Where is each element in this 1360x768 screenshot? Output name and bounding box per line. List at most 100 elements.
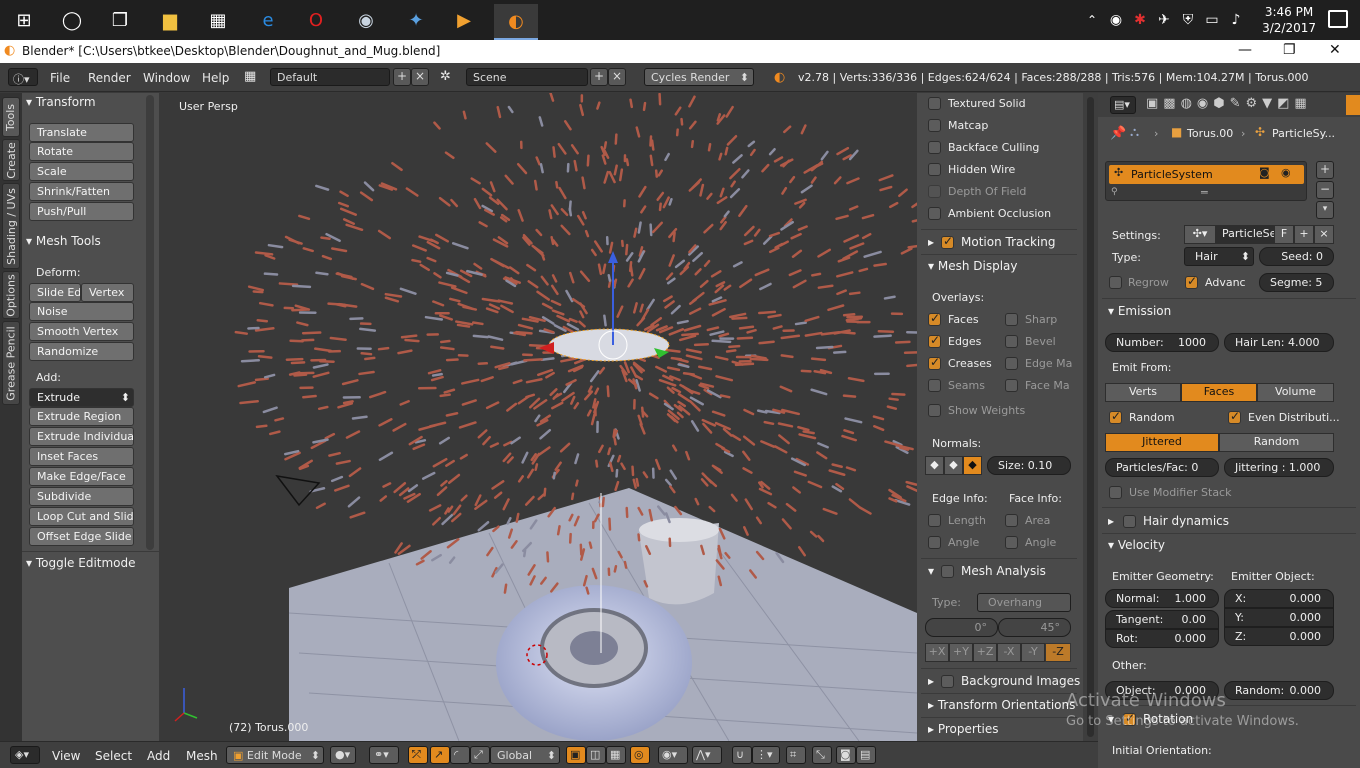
task-view-icon[interactable]: ❐ [104, 4, 136, 36]
search-icon[interactable]: ◯ [56, 4, 88, 36]
axis-minus-x[interactable]: -X [997, 643, 1021, 662]
edge-select-icon[interactable]: ◫ [586, 746, 606, 764]
rotation-velocity-field[interactable]: Rot: 0.000 [1105, 629, 1219, 648]
editor-type-info-icon[interactable]: ⓘ▾ [8, 68, 38, 86]
show-weights-checkbox[interactable] [928, 404, 941, 417]
file-explorer-icon[interactable]: ▆ [154, 4, 186, 36]
falloff-icon[interactable]: ⋀▾ [692, 746, 722, 764]
maximize-icon[interactable]: ❐ [1283, 42, 1296, 58]
render-toggle-icon[interactable]: ◙ [1259, 166, 1270, 179]
edge-angle-checkbox[interactable] [928, 536, 941, 549]
blender-taskbar-icon[interactable]: ◐ [494, 4, 538, 40]
offset-edge-slide-button[interactable]: Offset Edge Slide [29, 527, 134, 546]
scrollbar-thumb[interactable] [1087, 97, 1094, 737]
menu-window[interactable]: Window [143, 71, 190, 85]
scene-icon[interactable]: ✲ [440, 69, 451, 84]
push-pull-button[interactable]: Push/Pull [29, 202, 134, 221]
particles-per-face-field[interactable]: Particles/Fac: 0 [1105, 458, 1219, 477]
emit-from-faces[interactable]: Faces [1181, 383, 1257, 402]
notification-icon[interactable] [1328, 10, 1348, 28]
eye-icon[interactable]: ◉ [1281, 166, 1291, 179]
toggle-editmode-panel-header[interactable]: ▾ Toggle Editmode [26, 556, 136, 570]
app-icon[interactable]: ✦ [400, 4, 432, 36]
smooth-vertex-button[interactable]: Smooth Vertex [29, 322, 134, 341]
object-velocity-z-field[interactable]: Z: 0.000 [1224, 627, 1334, 646]
noise-button[interactable]: Noise [29, 302, 134, 321]
mesh-analysis-checkbox[interactable] [941, 565, 954, 578]
store-icon[interactable]: ▦ [202, 4, 234, 36]
face-select-icon[interactable]: ▦ [606, 746, 626, 764]
overlay-sharp-checkbox[interactable] [1005, 313, 1018, 326]
fake-user-button[interactable]: F [1274, 225, 1294, 244]
advanced-checkbox[interactable] [1185, 274, 1198, 289]
overlay-edges-checkbox[interactable] [928, 333, 941, 348]
extrude-select[interactable]: Extrude ⬍ [29, 388, 134, 407]
region-scrollbar[interactable] [1083, 93, 1098, 741]
tab-grease-pencil[interactable]: Grease Pencil [2, 321, 20, 405]
slide-edge-button[interactable]: Slide Ed [29, 283, 81, 302]
properties-header[interactable]: ▸ Properties [928, 722, 999, 736]
axis-minus-y[interactable]: -Y [1021, 643, 1045, 662]
translate-manipulator-icon[interactable]: ↗ [430, 746, 450, 764]
mode-select[interactable]: ▣ Edit Mode ⬍ [226, 746, 324, 764]
subdivide-button[interactable]: Subdivide [29, 487, 134, 506]
menu-select[interactable]: Select [95, 749, 132, 763]
distribution-random[interactable]: Random [1219, 433, 1334, 452]
analysis-type-select[interactable]: Overhang [977, 593, 1071, 612]
backface-culling-checkbox[interactable] [928, 141, 941, 154]
mesh-tools-panel-header[interactable]: ▾ Mesh Tools [26, 234, 101, 248]
hidden-wire-checkbox[interactable] [928, 163, 941, 176]
matcap-checkbox[interactable] [928, 119, 941, 132]
render-animation-icon[interactable]: ▤ [856, 746, 876, 764]
unlink-settings-icon[interactable]: × [1314, 225, 1334, 244]
regrow-checkbox[interactable] [1109, 276, 1122, 289]
remove-layout-icon[interactable]: × [411, 68, 429, 86]
loop-cut-slide-button[interactable]: Loop Cut and Slide [29, 507, 134, 526]
menu-view[interactable]: View [52, 749, 80, 763]
emit-from-volume[interactable]: Volume [1257, 383, 1334, 402]
remove-particle-system-icon[interactable]: − [1316, 181, 1334, 199]
axis-plus-y[interactable]: +Y [949, 643, 973, 662]
axis-minus-z[interactable]: -Z [1045, 643, 1071, 662]
tab-options[interactable]: Options [2, 271, 20, 319]
overlay-creases-checkbox[interactable] [928, 355, 941, 370]
edge-browser-icon[interactable]: e [252, 4, 284, 36]
jittering-amount-field[interactable]: Jittering : 1.000 [1224, 458, 1334, 477]
menu-add[interactable]: Add [147, 749, 170, 763]
seed-field[interactable]: Seed: 0 [1259, 247, 1334, 266]
number-field[interactable]: Number: 1000 [1105, 333, 1219, 352]
snap-element-icon[interactable]: ⋮▾ [752, 746, 780, 764]
mesh-analysis-header[interactable]: ▾ [928, 564, 934, 578]
hair-dynamics-header[interactable]: ▸ [1108, 514, 1114, 528]
toolshelf-scrollbar[interactable] [146, 95, 154, 550]
opera-icon[interactable]: O [300, 4, 332, 36]
background-images-header[interactable]: ▸ [928, 674, 934, 688]
scale-manipulator-icon[interactable]: ⤢ [470, 746, 490, 764]
limit-selection-icon[interactable]: ◎ [630, 746, 650, 764]
random-checkbox[interactable] [1109, 409, 1122, 424]
ambient-occlusion-checkbox[interactable] [928, 207, 941, 220]
emission-panel-header[interactable]: ▾ Emission [1108, 304, 1171, 318]
scene-field[interactable]: Scene [466, 68, 588, 86]
browse-settings-icon[interactable]: ✣▾ [1184, 225, 1216, 244]
particle-system-list[interactable]: ✣ ParticleSystem ◙ ◉ ⚲ ═ [1105, 161, 1307, 201]
proportional-editing-icon[interactable]: ◉▾ [658, 746, 688, 764]
randomize-button[interactable]: Randomize [29, 342, 134, 361]
render-image-icon[interactable]: ◙ [836, 746, 856, 764]
distribution-jittered[interactable]: Jittered [1105, 433, 1219, 452]
shrink-fatten-button[interactable]: Shrink/Fatten [29, 182, 134, 201]
snap-target-icon[interactable]: ⌗ [786, 746, 806, 764]
overlay-bevel-checkbox[interactable] [1005, 335, 1018, 348]
normal-velocity-field[interactable]: Normal: 1.000 [1105, 589, 1219, 608]
overlay-face-marks-checkbox[interactable] [1005, 379, 1018, 392]
menu-file[interactable]: File [50, 71, 70, 85]
hair-dynamics-checkbox[interactable] [1123, 515, 1136, 528]
volume-icon[interactable]: ♪ [1220, 4, 1252, 36]
hair-length-field[interactable]: Hair Len: 4.000 [1224, 333, 1334, 352]
screen-layout-icon[interactable]: ▦ [244, 69, 256, 84]
split-normals-icon[interactable]: ◆ [944, 456, 963, 475]
menu-mesh[interactable]: Mesh [186, 749, 218, 763]
particle-type-select[interactable]: Hair ⬍ [1184, 247, 1254, 266]
background-images-checkbox[interactable] [941, 675, 954, 688]
translate-button[interactable]: Translate [29, 123, 134, 142]
